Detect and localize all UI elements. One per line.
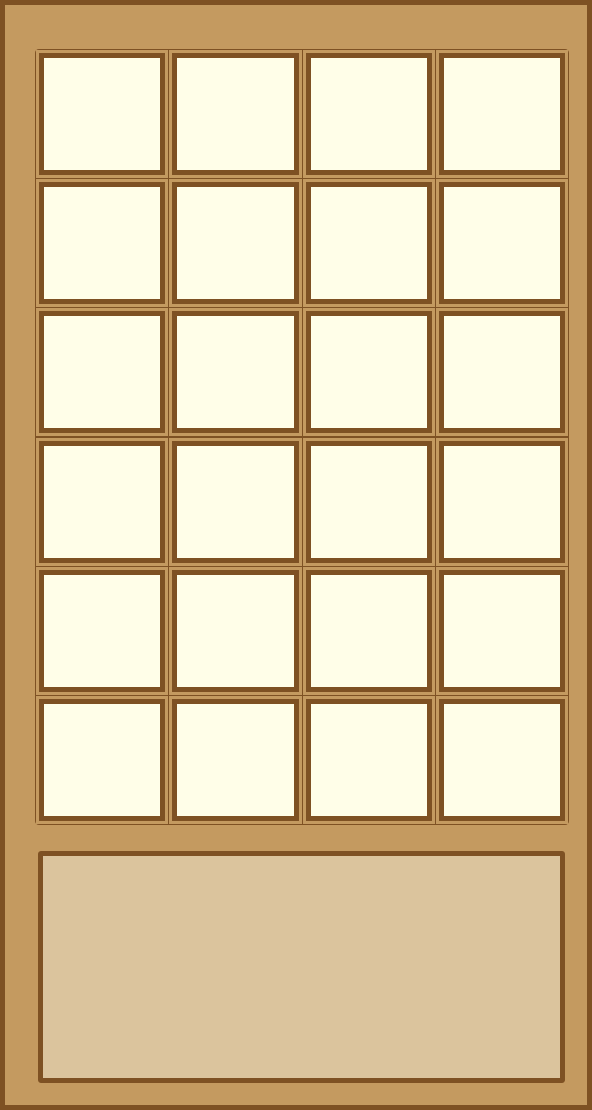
grid-cells-container: [39, 53, 565, 821]
grid-cell[interactable]: [438, 311, 565, 434]
grid-cell[interactable]: [39, 182, 166, 305]
grid-cell[interactable]: [305, 311, 432, 434]
grid-cell[interactable]: [438, 440, 565, 563]
piece-tray[interactable]: [38, 851, 565, 1083]
grid-cell[interactable]: [172, 53, 299, 176]
grid-cell[interactable]: [305, 569, 432, 692]
grid-cell[interactable]: [305, 440, 432, 563]
grid-cell[interactable]: [172, 569, 299, 692]
grid-cell[interactable]: [438, 53, 565, 176]
grid-cell[interactable]: [39, 440, 166, 563]
grid-cell[interactable]: [172, 311, 299, 434]
grid-cell[interactable]: [438, 698, 565, 821]
grid-cell[interactable]: [172, 698, 299, 821]
grid-cell[interactable]: [172, 440, 299, 563]
grid-cell[interactable]: [39, 698, 166, 821]
grid-cell[interactable]: [305, 53, 432, 176]
grid-cell[interactable]: [438, 182, 565, 305]
game-grid: [35, 49, 569, 825]
game-frame: [0, 0, 592, 1110]
grid-cell[interactable]: [305, 698, 432, 821]
grid-cell[interactable]: [39, 569, 166, 692]
grid-cell[interactable]: [438, 569, 565, 692]
grid-cell[interactable]: [39, 311, 166, 434]
grid-cell[interactable]: [39, 53, 166, 176]
grid-cell[interactable]: [305, 182, 432, 305]
grid-cell[interactable]: [172, 182, 299, 305]
